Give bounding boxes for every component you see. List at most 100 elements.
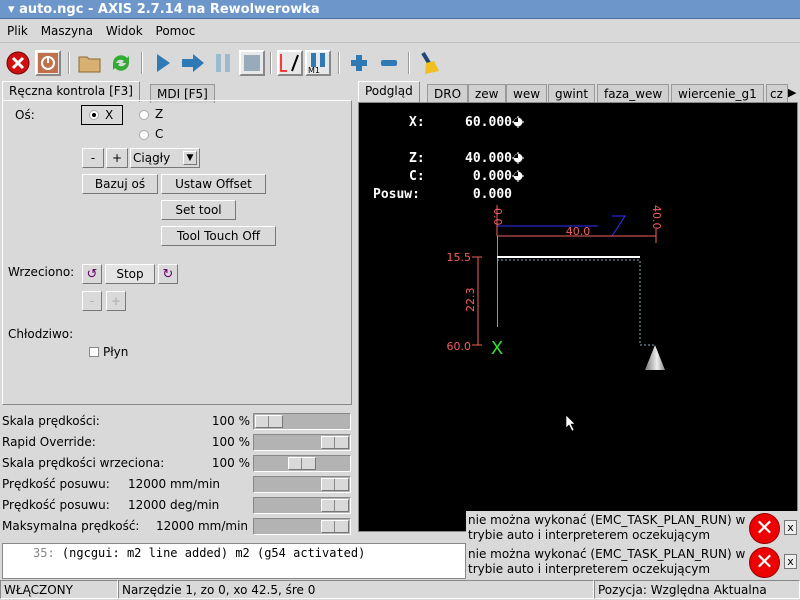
step-button[interactable] [180, 50, 206, 76]
override-label: Prędkość posuwu: [2, 498, 110, 512]
dim-height-label: 22.3 [464, 288, 477, 313]
error-icon: ✕ [749, 547, 780, 578]
tool-path-z [611, 215, 626, 237]
clear-plot-button[interactable] [416, 50, 442, 76]
slider-thumb[interactable] [321, 520, 349, 533]
dim-width-label: 40.0 [566, 225, 591, 238]
zoom-in-button[interactable] [346, 50, 372, 76]
slider-thumb[interactable] [255, 415, 283, 428]
window-title: auto.ngc - AXIS 2.7.14 na Rewolwerowka [19, 2, 320, 17]
override-label: Maksymalna prędkość: [2, 519, 140, 533]
mouse-cursor-icon [565, 414, 576, 432]
tab-gwint[interactable]: gwint [548, 84, 596, 103]
spindle-slower-button[interactable]: - [82, 291, 102, 311]
error-icon: ✕ [749, 513, 780, 544]
title-bar: ▾ auto.ngc - AXIS 2.7.14 na Rewolwerowka [0, 0, 800, 19]
menu-pomoc[interactable]: Pomoc [156, 24, 196, 38]
pause-icon [216, 54, 230, 72]
separator [68, 52, 70, 74]
spindle-cw-button[interactable]: ↻ [158, 264, 178, 284]
override-label: Skala prędkości wrzeciona: [2, 456, 165, 470]
axis-marker-x: X [491, 338, 503, 359]
tab-dro[interactable]: DRO [427, 84, 469, 103]
override-slider[interactable] [253, 518, 351, 535]
tab-wew[interactable]: wew [506, 84, 548, 103]
override-slider[interactable] [253, 455, 351, 472]
axis-z-label: Z [155, 107, 164, 121]
home-axis-button[interactable]: Bazuj oś [82, 174, 158, 194]
stop-icon [244, 55, 260, 71]
menu-plik[interactable]: Plik [7, 24, 28, 38]
rapid-path [497, 259, 655, 346]
machine-power-button[interactable] [35, 50, 61, 76]
tool-cone-icon [645, 345, 665, 370]
reload-icon [113, 55, 129, 71]
spindle-stop-button[interactable]: Stop [105, 264, 155, 284]
jog-minus-button[interactable]: - [82, 148, 104, 168]
tab-scroll-right-icon[interactable]: ▶ [788, 84, 800, 101]
estop-button[interactable] [5, 50, 31, 76]
machine-power-icon [38, 53, 58, 73]
override-slider[interactable] [253, 476, 351, 493]
override-slider[interactable] [253, 434, 351, 451]
set-tool-button[interactable]: Set tool [161, 200, 236, 220]
axis-label: Oś: [15, 108, 35, 122]
slider-thumb[interactable] [321, 436, 349, 449]
gcode-listing[interactable]: 35: (ngcgui: m2 line added) m2 (g54 acti… [2, 543, 466, 579]
clear-plot-icon [421, 51, 439, 74]
slider-thumb[interactable] [288, 457, 316, 470]
window-menu-icon[interactable]: ▾ [8, 2, 19, 17]
jog-mode-select[interactable]: Ciągły ▼ [130, 148, 200, 168]
stop-button[interactable] [239, 50, 265, 76]
slider-thumb[interactable] [321, 499, 349, 512]
radio-indicator [139, 130, 149, 140]
override-value: 100 % [211, 435, 250, 449]
dim-top-right-label: 40.0 [650, 205, 663, 230]
override-slider[interactable] [253, 413, 351, 430]
tab-manual-control[interactable]: Ręczna kontrola [F3] [2, 81, 140, 102]
separator [141, 52, 143, 74]
tab-preview[interactable]: Podgląd [358, 81, 420, 102]
line-number: 35: [33, 546, 55, 560]
touch-off-button[interactable]: Ustaw Offset [161, 174, 266, 194]
axis-z-radio[interactable]: Z [138, 107, 168, 123]
pause-button[interactable] [210, 50, 236, 76]
zoom-in-icon [351, 55, 367, 71]
override-slider[interactable] [253, 497, 351, 514]
slider-thumb[interactable] [321, 478, 349, 491]
axis-x-radio[interactable]: X [81, 105, 123, 125]
spindle-faster-button[interactable]: + [106, 291, 126, 311]
separator [408, 52, 410, 74]
override-label: Skala prędkości: [2, 414, 100, 428]
preview-canvas[interactable]: X: 60.000 Z: 40.000 C: 0.000 Posuw: 0.00… [358, 102, 798, 532]
open-file-button[interactable] [77, 50, 103, 76]
toolpath-plot: 40.0 0.0 40.0 15.5 60.0 22.3 X [447, 205, 665, 432]
spindle-label: Wrzeciono: [8, 265, 75, 279]
svg-text:M1: M1 [308, 66, 320, 74]
zoom-out-button[interactable] [376, 50, 402, 76]
axis-c-radio[interactable]: C [138, 127, 168, 143]
tab-wiercenie-g1[interactable]: wiercenie_g1 [671, 84, 764, 103]
jog-plus-button[interactable]: + [106, 148, 128, 168]
axis-x-label: X [105, 108, 114, 122]
tab-cz[interactable]: cz [766, 84, 788, 103]
reload-button[interactable] [108, 50, 134, 76]
dim-x-top-label: 15.5 [447, 251, 472, 264]
tab-faza-wew[interactable]: faza_wew [597, 84, 670, 103]
close-notification-button[interactable]: x [784, 520, 797, 535]
dim-top-left-label: 0.0 [491, 208, 504, 226]
spindle-ccw-button[interactable]: ↺ [82, 264, 102, 284]
tool-touch-off-button[interactable]: Tool Touch Off [161, 226, 276, 246]
block-delete-button[interactable] [277, 50, 303, 76]
dim-x-bottom-label: 60.0 [447, 340, 472, 353]
close-notification-button[interactable]: x [784, 554, 797, 569]
run-button[interactable] [150, 50, 176, 76]
open-file-icon [78, 56, 101, 73]
flood-checkbox[interactable] [89, 347, 99, 357]
menu-maszyna[interactable]: Maszyna [41, 24, 93, 38]
optional-stop-button[interactable]: M1 [305, 50, 331, 76]
menu-widok[interactable]: Widok [106, 24, 143, 38]
run-icon [157, 54, 170, 72]
tab-zew[interactable]: zew [468, 84, 506, 103]
tool-info: Narzędzie 1, zo 0, xo 42.5, śre 0 [118, 580, 594, 599]
